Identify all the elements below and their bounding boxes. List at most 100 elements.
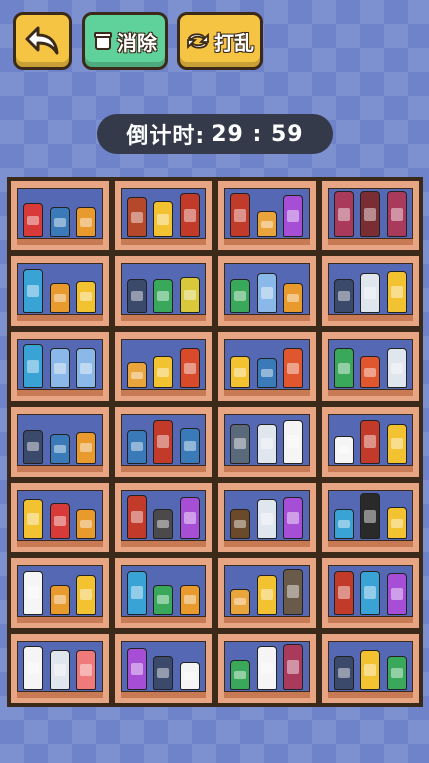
wine-bottle-item[interactable] xyxy=(386,191,407,238)
coffee-can-item[interactable] xyxy=(179,427,200,464)
soap-dispenser-item[interactable] xyxy=(386,348,407,389)
coffee-maker-item[interactable] xyxy=(230,509,251,540)
soap-dispenser-item[interactable] xyxy=(49,650,70,690)
wine-bottle-item[interactable] xyxy=(360,191,381,238)
cream-tube-item[interactable] xyxy=(76,650,97,690)
shelf-board xyxy=(224,313,310,321)
fries-box-item[interactable] xyxy=(360,356,381,389)
snack-bag-item[interactable] xyxy=(49,433,70,464)
tea-box-item[interactable] xyxy=(126,429,147,464)
juice-box-item[interactable] xyxy=(386,507,407,540)
tea-box-item[interactable] xyxy=(153,278,174,313)
candle-jar-item[interactable] xyxy=(256,211,277,238)
shelf-compartment xyxy=(224,640,310,693)
honey-jar-item[interactable] xyxy=(49,282,70,313)
honey-jar-item[interactable] xyxy=(179,584,200,615)
owl-figure-item[interactable] xyxy=(333,278,354,313)
shelf-cell xyxy=(112,405,214,479)
honey-jar-item[interactable] xyxy=(283,282,304,313)
shampoo-bottle-item[interactable] xyxy=(49,348,70,389)
shelf-cell xyxy=(9,329,111,404)
tea-box-item[interactable] xyxy=(153,584,174,615)
chips-tube-item[interactable] xyxy=(230,193,251,238)
lotion-bottle-item[interactable] xyxy=(386,423,407,464)
chips-tube-item[interactable] xyxy=(23,268,44,313)
tea-box-item[interactable] xyxy=(386,656,407,690)
chips-tube-item[interactable] xyxy=(153,419,174,464)
fries-box-item[interactable] xyxy=(283,348,304,389)
shelf-compartment xyxy=(17,489,103,543)
snack-bag-item[interactable] xyxy=(256,358,277,389)
honey-jar-item[interactable] xyxy=(49,584,70,615)
candle-jar-item[interactable] xyxy=(230,588,251,615)
tea-box-item[interactable] xyxy=(230,660,251,690)
tea-box-item[interactable] xyxy=(230,278,251,313)
milk-bottle-item[interactable] xyxy=(256,646,277,690)
clear-button[interactable]: 消除 xyxy=(82,12,168,70)
chips-tube-item[interactable] xyxy=(126,570,147,615)
milk-bottle-item[interactable] xyxy=(283,419,304,464)
spray-bottle-item[interactable] xyxy=(386,572,407,615)
wine-bottle-item[interactable] xyxy=(283,644,304,690)
coffee-maker-item[interactable] xyxy=(230,423,251,464)
owl-figure-item[interactable] xyxy=(333,656,354,690)
lotion-bottle-item[interactable] xyxy=(153,201,174,238)
spray-bottle-item[interactable] xyxy=(283,195,304,238)
honey-jar-item[interactable] xyxy=(76,207,97,238)
shelf-compartment xyxy=(120,414,206,467)
juice-box-item[interactable] xyxy=(76,280,97,313)
honey-jar-item[interactable] xyxy=(76,431,97,464)
shampoo-bottle-item[interactable] xyxy=(76,348,97,389)
shelf-board xyxy=(17,313,103,321)
shelf-board xyxy=(224,238,310,246)
chips-tube-item[interactable] xyxy=(360,419,381,464)
juice-box-item[interactable] xyxy=(153,356,174,389)
lotion-bottle-item[interactable] xyxy=(76,574,97,615)
ketchup-bottle-item[interactable] xyxy=(179,348,200,389)
candle-jar-item[interactable] xyxy=(126,362,147,389)
honey-jar-item[interactable] xyxy=(179,276,200,313)
coffee-maker-item[interactable] xyxy=(153,509,174,540)
spray-bottle-item[interactable] xyxy=(179,497,200,540)
toilet-paper-item[interactable] xyxy=(333,435,354,464)
spray-bottle-item[interactable] xyxy=(126,648,147,690)
lotion-bottle-item[interactable] xyxy=(23,499,44,540)
soap-dispenser-item[interactable] xyxy=(256,423,277,464)
owl-figure-item[interactable] xyxy=(153,656,174,690)
owl-figure-item[interactable] xyxy=(126,278,147,313)
chips-tube-item[interactable] xyxy=(23,344,44,389)
hair-dryer-item[interactable] xyxy=(283,568,304,615)
back-button[interactable] xyxy=(13,12,72,70)
lotion-bottle-item[interactable] xyxy=(360,650,381,690)
coffee-can-item[interactable] xyxy=(49,207,70,238)
toilet-paper-item[interactable] xyxy=(179,662,200,690)
owl-figure-item[interactable] xyxy=(23,429,44,464)
shuffle-button[interactable]: 打乱 xyxy=(177,12,263,70)
tv-box-item[interactable] xyxy=(333,509,354,540)
juice-box-item[interactable] xyxy=(230,356,251,389)
chips-tube-item[interactable] xyxy=(126,495,147,540)
milk-bottle-item[interactable] xyxy=(23,570,44,615)
soap-dispenser-item[interactable] xyxy=(360,272,381,313)
microphone-item[interactable] xyxy=(360,493,381,540)
shelf-cell xyxy=(112,179,214,253)
honey-jar-item[interactable] xyxy=(76,509,97,540)
ketchup-bottle-item[interactable] xyxy=(126,197,147,238)
shelf-board xyxy=(120,313,206,321)
lotion-bottle-item[interactable] xyxy=(256,574,277,615)
shelf-board xyxy=(120,540,206,548)
cola-bottle-item[interactable] xyxy=(23,203,44,238)
chips-tube-item[interactable] xyxy=(179,193,200,238)
chips-tube-item[interactable] xyxy=(360,570,381,615)
spray-bottle-item[interactable] xyxy=(283,497,304,540)
wine-bottle-item[interactable] xyxy=(333,191,354,238)
shelf-board xyxy=(224,540,310,548)
milk-bottle-item[interactable] xyxy=(23,646,44,690)
spray-bottle-item[interactable] xyxy=(333,348,354,389)
chips-tube-item[interactable] xyxy=(333,570,354,615)
lotion-bottle-item[interactable] xyxy=(386,270,407,313)
shampoo-bottle-item[interactable] xyxy=(256,272,277,313)
shelf-compartment xyxy=(327,565,413,618)
soap-dispenser-item[interactable] xyxy=(256,499,277,540)
cola-bottle-item[interactable] xyxy=(49,503,70,540)
